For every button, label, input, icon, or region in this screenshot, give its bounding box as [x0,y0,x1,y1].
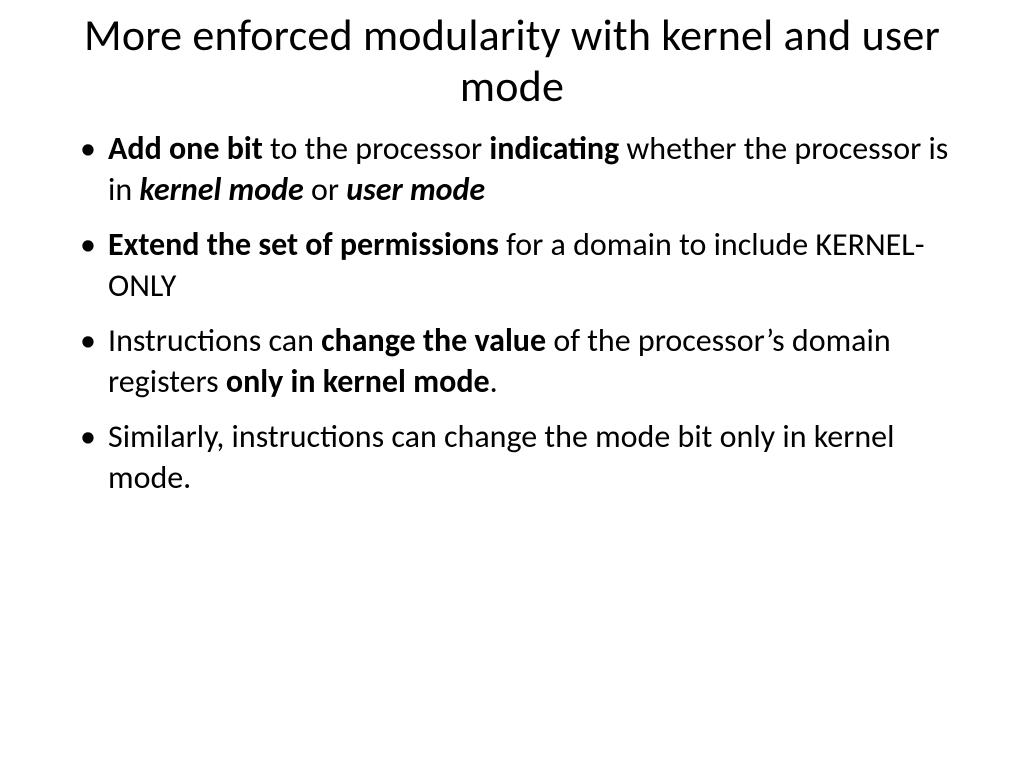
plain-text: Similarly, instructions can change the m… [108,417,894,497]
bullet-list: Add one bit to the processor indicating … [50,129,974,499]
bold-italic-text: kernel mode [139,170,303,209]
plain-text: . [490,362,498,401]
plain-text: or [304,170,347,209]
bold-text: change the value [321,321,553,360]
bullet-item-3: Instructions can change the value of the… [86,321,974,403]
bold-text: only in kernel mode [226,362,490,401]
bullet-item-4: Similarly, instructions can change the m… [86,417,974,499]
slide-title: More enforced modularity with kernel and… [50,10,974,111]
plain-text: Instructions can [108,321,321,360]
bold-text: Extend the set of permissions [108,225,506,264]
bullet-item-1: Add one bit to the processor indicating … [86,129,974,211]
bold-text: Add one bit [108,129,270,168]
bold-text: indicating [489,129,619,168]
slide: More enforced modularity with kernel and… [0,0,1024,768]
bullet-item-2: Extend the set of permissions for a doma… [86,225,974,307]
bold-italic-text: user mode [346,170,485,209]
plain-text: to the processor [270,129,489,168]
